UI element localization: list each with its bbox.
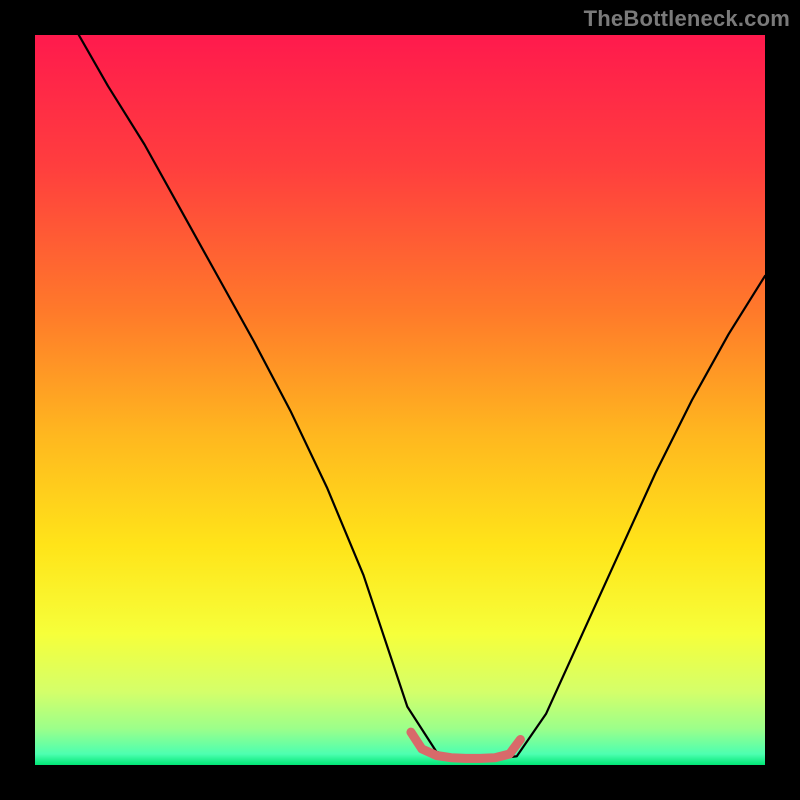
- chart-curves: [35, 35, 765, 765]
- main-curve: [79, 35, 765, 759]
- outer-frame: TheBottleneck.com: [0, 0, 800, 800]
- plot-area: [35, 35, 765, 765]
- watermark-text: TheBottleneck.com: [584, 6, 790, 32]
